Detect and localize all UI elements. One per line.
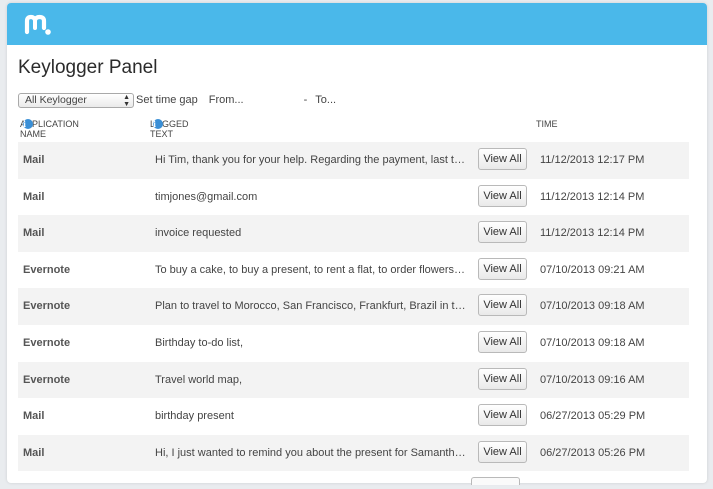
table-row: Evernote Birthday to-do list, View All 0… bbox=[18, 325, 689, 362]
app-name: Mail bbox=[23, 154, 45, 166]
page-title: Keylogger Panel bbox=[18, 57, 158, 78]
app-name: Mail bbox=[23, 446, 45, 459]
log-time: 07/10/2013 09:18 AM bbox=[540, 300, 645, 313]
info-icon[interactable]: i bbox=[153, 119, 163, 129]
filter-bar: All Keylogger ▲ ▼ Set time gap From... - … bbox=[18, 91, 698, 109]
view-all-button[interactable]: View All bbox=[478, 330, 527, 353]
view-all-button[interactable]: View All bbox=[478, 404, 527, 427]
table-row: Mail timjones@gmail.com View All 11/12/2… bbox=[18, 179, 689, 216]
app-name: Mail bbox=[23, 227, 45, 240]
log-time: 07/10/2013 09:18 AM bbox=[540, 336, 645, 349]
logged-text: Travel world map, bbox=[155, 373, 243, 386]
from-date-input[interactable]: From... bbox=[209, 94, 244, 106]
table-row: Evernote Plan to travel to Morocco, San … bbox=[18, 288, 689, 325]
range-dash: - bbox=[303, 94, 308, 106]
select-value: All Keylogger bbox=[25, 94, 87, 106]
partial-view-all-button[interactable] bbox=[471, 477, 520, 485]
column-headers: APPLICATION NAME i LOGGED TEXT i TIME bbox=[20, 119, 700, 139]
view-all-button[interactable]: View All bbox=[478, 367, 527, 390]
app-name: Mail bbox=[23, 410, 45, 423]
logged-text: timjones@gmail.com bbox=[155, 190, 258, 203]
log-time: 06/27/2013 05:29 PM bbox=[540, 410, 646, 423]
to-date-input[interactable]: To... bbox=[315, 94, 336, 106]
table-row: Mail birthday present View All 06/27/201… bbox=[18, 398, 689, 435]
view-all-button[interactable]: View All bbox=[478, 257, 527, 280]
log-time: 11/12/2013 12:17 PM bbox=[540, 154, 645, 166]
logged-text: birthday present bbox=[155, 410, 234, 423]
top-bar bbox=[7, 3, 707, 45]
keylogger-filter-select[interactable]: All Keylogger ▲ ▼ bbox=[18, 92, 134, 108]
table-row: Mail Hi Tim, thank you for your help. Re… bbox=[18, 142, 689, 179]
logged-text: Hi Tim, thank you for your help. Regardi… bbox=[155, 154, 467, 166]
mspy-logo-icon[interactable] bbox=[24, 12, 52, 38]
log-time: 07/10/2013 09:16 AM bbox=[540, 373, 645, 386]
keylogger-window: Keylogger Panel All Keylogger ▲ ▼ Set tim… bbox=[7, 3, 707, 483]
table-row: Mail invoice requested View All 11/12/20… bbox=[18, 215, 689, 252]
log-time: 11/12/2013 12:14 PM bbox=[540, 227, 645, 240]
view-all-button[interactable]: View All bbox=[478, 294, 527, 317]
view-all-button[interactable]: View All bbox=[478, 148, 527, 170]
table-row: Evernote To buy a cake, to buy a present… bbox=[18, 252, 689, 289]
log-time: 11/12/2013 12:14 PM bbox=[540, 190, 645, 203]
info-icon[interactable]: i bbox=[23, 119, 33, 129]
select-arrows-icon: ▲ ▼ bbox=[123, 93, 130, 108]
logged-text: Plan to travel to Morocco, San Francisco… bbox=[155, 300, 467, 313]
app-name: Evernote bbox=[23, 263, 71, 276]
log-table: Mail Hi Tim, thank you for your help. Re… bbox=[18, 142, 689, 472]
app-name: Evernote bbox=[23, 373, 71, 386]
app-name: Evernote bbox=[23, 300, 71, 313]
table-row: Evernote Travel world map, View All 07/1… bbox=[18, 361, 689, 399]
log-time: 07/10/2013 09:21 AM bbox=[540, 263, 645, 276]
col-time-label: TIME bbox=[536, 119, 558, 129]
view-all-button[interactable]: View All bbox=[478, 221, 527, 244]
table-row: Mail Hi, I just wanted to remind you abo… bbox=[18, 434, 689, 472]
logged-text: To buy a cake, to buy a present, to rent… bbox=[155, 263, 467, 276]
view-all-button[interactable]: View All bbox=[478, 440, 527, 463]
log-time: 06/27/2013 05:26 PM bbox=[540, 446, 646, 459]
app-name: Mail bbox=[23, 190, 45, 203]
logged-text: Hi, I just wanted to remind you about th… bbox=[155, 446, 467, 459]
time-gap-label: Set time gap bbox=[136, 94, 198, 106]
logged-text: Birthday to-do list, bbox=[155, 336, 244, 349]
logged-text: invoice requested bbox=[155, 227, 242, 240]
app-name: Evernote bbox=[23, 336, 71, 349]
view-all-button[interactable]: View All bbox=[478, 184, 527, 207]
